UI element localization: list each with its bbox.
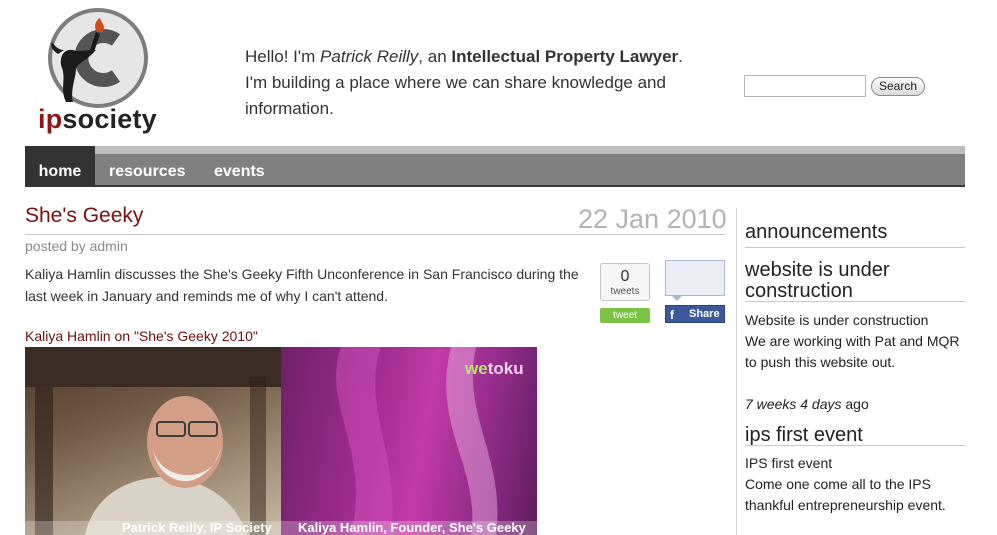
watermark-we: we	[465, 359, 488, 378]
nav-item-resources[interactable]: resources	[109, 154, 186, 185]
announcements-rule	[745, 247, 965, 248]
intro-hello: Hello! I'm	[245, 47, 321, 66]
nav-item-home[interactable]: home	[25, 146, 95, 187]
main-nav: home resources events	[25, 146, 965, 187]
logo-text-ip: ip	[38, 104, 63, 134]
announcement-title-construction[interactable]: website is under construction	[745, 260, 965, 302]
logo-text-society: society	[62, 104, 157, 134]
announcements-heading: announcements	[745, 221, 888, 243]
logo-text: ipsociety	[38, 103, 157, 135]
facebook-bubble-tail	[671, 295, 683, 301]
intro-line2: I'm building a place where we can share …	[245, 73, 666, 118]
sidebar-divider	[736, 208, 737, 535]
announcement-timestamp-ago: ago	[841, 396, 869, 412]
watermark-toku: toku	[487, 359, 524, 378]
video-label-right: Kaliya Hamlin, Founder, She's Geeky	[298, 520, 526, 535]
intro-role: Intellectual Property Lawyer	[451, 47, 679, 66]
tweet-count-label: tweets	[610, 286, 640, 297]
announcement-text-2: We are working with Pat and MQR to push …	[745, 333, 960, 370]
facebook-share-count-box	[665, 260, 725, 296]
video-player[interactable]: wetoku Patrick Reilly, IP Society Kaliya…	[25, 347, 537, 535]
video-caption[interactable]: Kaliya Hamlin on "She's Geeky 2010"	[25, 328, 258, 344]
post-date: 22 Jan 2010	[578, 204, 727, 234]
post-author: posted by admin	[25, 238, 128, 254]
announcement-title-first-event[interactable]: ips first event	[745, 425, 863, 446]
copyright-torch-icon	[48, 8, 148, 108]
wetoku-watermark: wetoku	[465, 359, 524, 379]
nav-item-events[interactable]: events	[214, 154, 265, 185]
announcement-timestamp-em: 7 weeks 4 days	[745, 396, 842, 412]
announcement-text-1: Website is under construction	[745, 312, 929, 328]
intro-period: .	[678, 47, 683, 66]
tweet-count-box[interactable]: 0 tweets	[600, 263, 650, 301]
post-divider	[25, 234, 725, 235]
intro-name: Patrick Reilly	[320, 47, 419, 66]
announcement-event-text-2: Come one come all to the IPS thankful en…	[745, 476, 946, 513]
search-button[interactable]: Search	[871, 77, 925, 96]
video-feed-left	[25, 347, 281, 535]
person-silhouette-icon	[25, 347, 281, 535]
tweet-button[interactable]: tweet	[600, 308, 650, 323]
post-body: Kaliya Hamlin discusses the She's Geeky …	[25, 266, 579, 304]
facebook-share-button[interactable]: f Share	[665, 305, 725, 323]
search-input[interactable]	[744, 75, 866, 97]
site-intro: Hello! I'm Patrick Reilly, an Intellectu…	[245, 44, 725, 122]
announcement-rule-2	[745, 445, 965, 446]
announcement-rule-1	[745, 301, 965, 302]
intro-an: , an	[418, 47, 452, 66]
announcement-event-text-1: IPS first event	[745, 455, 833, 471]
facebook-icon: f	[670, 308, 674, 322]
facebook-share-label: Share	[689, 308, 720, 320]
post-title[interactable]: She's Geeky	[25, 204, 143, 228]
announcement-timestamp: 7 weeks 4 days ago	[745, 394, 965, 415]
site-logo[interactable]: ipsociety	[38, 6, 163, 134]
nav-top-bar	[25, 146, 965, 154]
video-label-left: Patrick Reilly, IP Society	[122, 520, 272, 535]
tweet-count: 0	[620, 268, 630, 285]
